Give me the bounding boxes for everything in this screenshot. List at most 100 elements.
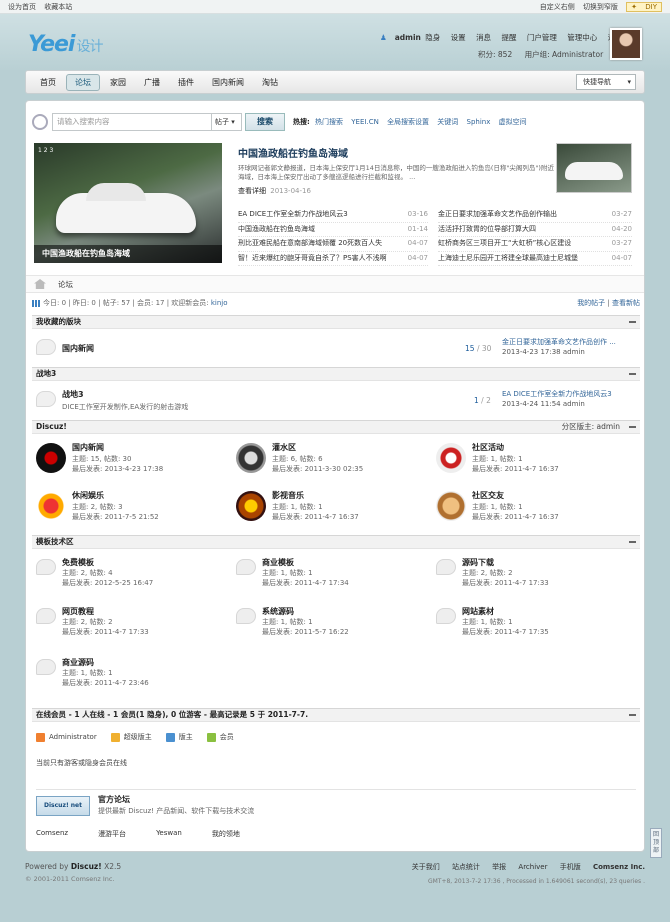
collapse-icon[interactable] (629, 541, 636, 543)
collapse-icon[interactable] (629, 714, 636, 716)
friend-link[interactable]: 漫游平台 (98, 829, 126, 839)
search-type-select[interactable]: 帖子 ▾ (212, 113, 242, 131)
list-item[interactable]: 刑比亚难民船在意南部海域倾覆 20死数百人失 04-07 (238, 237, 428, 252)
username-link[interactable]: admin (395, 33, 421, 42)
forum-name[interactable]: 网站素材 (462, 606, 494, 617)
forum-name[interactable]: 影视音乐 (272, 490, 304, 501)
hot-link[interactable]: 全局搜索设置 (387, 118, 429, 126)
footer-link[interactable]: 手机版 (560, 863, 581, 871)
search-input[interactable]: 请输入搜索内容 (52, 113, 212, 131)
forum-last: 最后发表: 2011-4-7 16:37 (472, 465, 559, 473)
search-button[interactable]: 搜索 (245, 113, 285, 131)
admin-center-link[interactable]: 管理中心 (567, 33, 597, 42)
forum-name[interactable]: 社区活动 (472, 442, 504, 453)
friend-link-featured: Discuz! net 官方论坛 提供最新 Discuz! 产品新闻、软件下载与… (36, 789, 636, 819)
messages-link[interactable]: 消息 (476, 33, 491, 42)
forum-name[interactable]: 灌水区 (272, 442, 296, 453)
friend-link[interactable]: Comsenz (36, 829, 68, 839)
notifications-link[interactable]: 提醒 (501, 33, 516, 42)
forum-name[interactable]: 网页教程 (62, 606, 94, 617)
nav-domestic-news[interactable]: 国内新闻 (204, 75, 252, 90)
forum-name[interactable]: 战地3 (62, 389, 84, 400)
invisible-link[interactable]: 隐身 (425, 33, 440, 42)
featured-thumbnail[interactable] (556, 143, 632, 193)
slider-pager[interactable]: 1 2 3 (38, 147, 53, 154)
read-more-link[interactable]: 查看详细 (238, 187, 266, 195)
forum-name[interactable]: 免费模板 (62, 557, 94, 568)
footer-link[interactable]: 站点统计 (452, 863, 480, 871)
settings-link[interactable]: 设置 (451, 33, 466, 42)
customize-right-link[interactable]: 自定义右侧 (540, 3, 575, 11)
section-online: 在线会员 - 1 人在线 - 1 会员(1 隐身), 0 位游客 - 最高记录是… (32, 708, 640, 722)
slider-caption[interactable]: 中国渔政船在钓鱼岛海域 (34, 245, 222, 263)
friend-link[interactable]: Yeswan (156, 829, 182, 839)
forum-stat: 主题: 1, 帖数: 1 (62, 669, 113, 677)
narrow-mode-link[interactable]: 切换到窄版 (583, 3, 618, 11)
featured-title[interactable]: 中国渔政船在钓鱼岛海域 (238, 145, 558, 160)
forum-name[interactable]: 社区交友 (472, 490, 504, 501)
last-post-link[interactable]: EA DICE工作室全新力作战地风云3 (502, 390, 612, 398)
collapse-icon[interactable] (629, 426, 636, 428)
hot-link[interactable]: YEEI.CN (351, 118, 379, 126)
hot-link[interactable]: 虚拟空间 (499, 118, 527, 126)
link-title[interactable]: 官方论坛 (98, 794, 130, 805)
image-slider[interactable]: 1 2 3 中国渔政船在钓鱼岛海域 (34, 143, 222, 263)
nav-plugins[interactable]: 插件 (170, 75, 202, 90)
new-posts-link[interactable]: 查看新帖 (612, 299, 640, 307)
site-logo[interactable]: Yeei 设计 (28, 32, 103, 57)
list-item[interactable]: 上海迪士尼乐园开工将建全球最高迪士尼城堡 04-07 (438, 252, 632, 266)
forum-name[interactable]: 国内新闻 (72, 442, 104, 453)
hot-link[interactable]: 热门搜索 (315, 118, 343, 126)
user-group-link[interactable]: 用户组: Administrator (525, 50, 604, 59)
avatar[interactable] (610, 28, 642, 60)
forum-item: 社区交友 主题: 1, 帖数: 1 最后发表: 2011-4-7 16:37 (436, 487, 636, 525)
list-item[interactable]: 智！近来爆红的龅牙哥竟自杀了？PS害人不浅啊 04-07 (238, 252, 428, 266)
footer-link[interactable]: Archiver (518, 863, 547, 871)
hot-link[interactable]: 关键词 (437, 118, 458, 126)
forum-name[interactable]: 商业源码 (62, 657, 94, 668)
footer-link[interactable]: 关于我们 (412, 863, 440, 871)
new-member-link[interactable]: kinjo (211, 299, 228, 307)
forum-name[interactable]: 源码下载 (462, 557, 494, 568)
list-item[interactable]: EA DICE工作室全新力作战地风云3 03-16 (238, 208, 428, 223)
section-moderator[interactable]: 分区版主: admin (562, 421, 620, 433)
forum-stat: 主题: 2, 帖数: 2 (462, 569, 513, 577)
nav-taozuan[interactable]: 淘钻 (254, 75, 286, 90)
collapse-icon[interactable] (629, 321, 636, 323)
user-menu: ♟admin 隐身 设置 消息 提醒 门户管理 管理中心 退出 (380, 32, 631, 43)
legend-label: Administrator (49, 733, 97, 741)
nav-home-space[interactable]: 家园 (102, 75, 134, 90)
bookmark-link[interactable]: 收藏本站 (44, 3, 72, 11)
forum-name[interactable]: 国内新闻 (62, 343, 94, 354)
quick-nav-dropdown[interactable]: 快捷导航 ▾ (576, 74, 636, 90)
back-to-top-button[interactable]: 回顶部 (650, 828, 662, 858)
credits-link[interactable]: 积分: 852 (478, 50, 512, 59)
diy-button[interactable]: ✦ DIY (626, 1, 662, 12)
forum-name[interactable]: 商业模板 (262, 557, 294, 568)
set-homepage-link[interactable]: 设为首页 (8, 3, 36, 11)
list-item[interactable]: 活活抒打致胃的位导部打算大四 04-20 (438, 223, 632, 237)
my-posts-link[interactable]: 我的帖子 (577, 299, 605, 307)
news-date: 04-07 (611, 253, 632, 262)
nav-home[interactable]: 首页 (32, 75, 64, 90)
list-item[interactable]: 虹桥商务区三项目开工“大虹桥”核心区建设 03-27 (438, 237, 632, 252)
breadcrumb-forum[interactable]: 论坛 (58, 279, 73, 290)
product-link[interactable]: Discuz! (71, 862, 102, 871)
hot-link[interactable]: Sphinx (467, 118, 491, 126)
nav-broadcast[interactable]: 广播 (136, 75, 168, 90)
home-icon[interactable] (34, 279, 46, 289)
footer-link[interactable]: 举报 (492, 863, 506, 871)
nav-forum[interactable]: 论坛 (66, 73, 100, 91)
list-item[interactable]: 中国渔政船在钓鱼岛海域 01-14 (238, 223, 428, 237)
list-item[interactable]: 金正日要求加强革命文艺作品创作输出 03-27 (438, 208, 632, 223)
forum-name[interactable]: 系统源码 (262, 606, 294, 617)
last-post-link[interactable]: 金正日要求加强革命文艺作品创作 ... (502, 338, 616, 346)
footer-link[interactable]: Comsenz Inc. (593, 863, 645, 871)
forum-item: 社区活动 主题: 1, 帖数: 1 最后发表: 2011-4-7 16:37 (436, 439, 636, 477)
forum-name[interactable]: 休闲娱乐 (72, 490, 104, 501)
portal-admin-link[interactable]: 门户管理 (527, 33, 557, 42)
friend-link[interactable]: 我的领地 (212, 829, 240, 839)
discuz-logo[interactable]: Discuz! net (36, 796, 90, 816)
link-desc: 提供最新 Discuz! 产品新闻、软件下载与技术交流 (98, 807, 255, 815)
collapse-icon[interactable] (629, 373, 636, 375)
